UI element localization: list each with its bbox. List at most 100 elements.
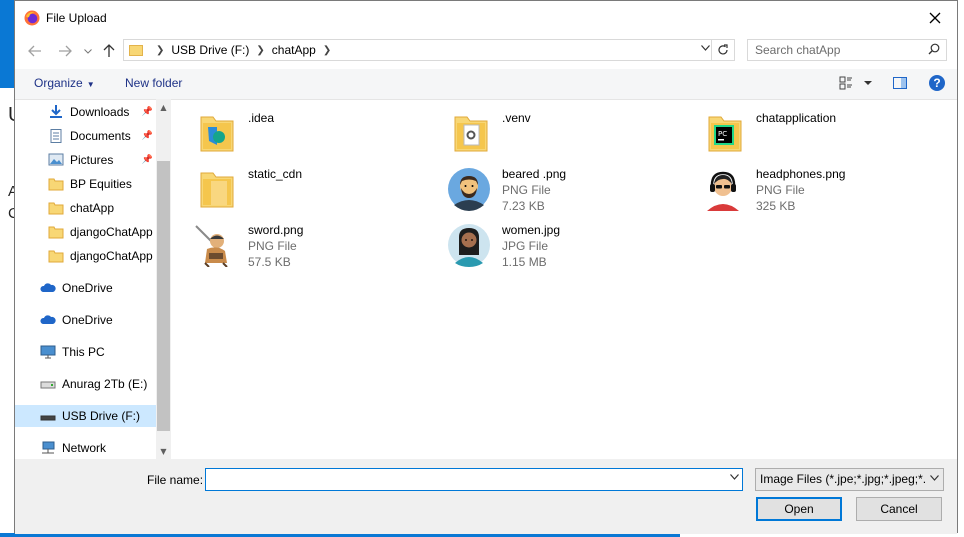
background-window-edge (958, 0, 964, 537)
view-options-dropdown[interactable] (863, 76, 873, 90)
breadcrumb-usb-drive[interactable]: USB Drive (F:) (171, 43, 249, 57)
breadcrumb-separator-icon[interactable]: ❯ (323, 45, 331, 56)
organize-button[interactable]: Organize ▼ (34, 76, 95, 90)
pin-icon: 📌 (141, 106, 153, 116)
usb-drive-icon (40, 415, 56, 421)
file-type: PNG File (248, 239, 297, 253)
change-view-icon[interactable] (839, 76, 853, 90)
pin-icon: 📌 (141, 130, 153, 140)
sidebar-item-usb-drive[interactable]: USB Drive (F:) (15, 405, 157, 427)
sidebar-item-label: OneDrive (62, 281, 113, 295)
file-list: .idea .venv PC chatapplication static_cd… (173, 99, 957, 459)
up-button[interactable] (99, 41, 119, 61)
sidebar-item-bp-equities[interactable]: BP Equities (15, 173, 157, 195)
file-item-women-jpg[interactable]: women.jpg JPG File 1.15 MB (427, 217, 677, 269)
sidebar-item-label: This PC (62, 345, 105, 359)
command-bar: Organize ▼ New folder ? (15, 69, 957, 100)
sidebar-item-documents[interactable]: Documents 📌 (15, 125, 157, 147)
file-upload-dialog: File Upload ❯ USB Drive (F:) ❯ chatApp ❯ (14, 0, 958, 534)
woman-avatar (448, 224, 490, 267)
chevron-down-icon (930, 473, 939, 484)
file-item-chatapplication[interactable]: PC chatapplication (681, 105, 931, 157)
dialog-footer: File name: Image Files (*.jpe;*.jpg;*.jp… (15, 459, 957, 534)
chevron-down-icon[interactable] (730, 472, 739, 483)
file-item-static-cdn[interactable]: static_cdn (173, 161, 423, 213)
sidebar-item-djangochatapp[interactable]: djangoChatApp (15, 245, 157, 267)
file-type: JPG File (502, 239, 549, 253)
scrollbar-thumb[interactable] (157, 161, 170, 431)
file-item-venv[interactable]: .venv (427, 105, 677, 157)
headphones-avatar (701, 167, 745, 211)
arrow-left-icon (28, 45, 41, 57)
file-name: beared .png (502, 167, 567, 181)
file-size: 325 KB (756, 199, 796, 213)
help-icon[interactable]: ? (929, 75, 945, 91)
svg-text:PC: PC (718, 130, 727, 138)
sidebar-item-downloads[interactable]: Downloads 📌 (15, 101, 157, 123)
file-name: static_cdn (248, 167, 303, 181)
file-name-input[interactable] (210, 470, 710, 489)
navigation-pane: Downloads 📌 Documents 📌 Pictures 📌 BP Eq… (15, 99, 171, 459)
sidebar-item-pictures[interactable]: Pictures 📌 (15, 149, 157, 171)
sidebar-item-label: BP Equities (70, 177, 132, 191)
folder-icon (48, 178, 64, 191)
computer-icon (40, 345, 56, 359)
cloud-icon (40, 315, 56, 324)
bearded-man-avatar (448, 168, 490, 211)
address-bar[interactable]: ❯ USB Drive (F:) ❯ chatApp ❯ (123, 39, 735, 61)
file-item-headphones-png[interactable]: headphones.png PNG File 325 KB (681, 161, 931, 213)
file-size: 57.5 KB (248, 255, 291, 269)
scroll-down-icon[interactable]: ▼ (156, 443, 171, 459)
search-input[interactable] (755, 43, 925, 57)
sidebar-item-label: USB Drive (F:) (62, 409, 140, 423)
scroll-up-icon[interactable]: ▲ (156, 99, 171, 115)
open-button[interactable]: Open (756, 497, 842, 521)
file-name: women.jpg (502, 223, 561, 237)
sidebar-item-djangochatapp[interactable]: djangoChatApp (15, 221, 157, 243)
cloud-icon (40, 283, 56, 292)
folder-icon (200, 116, 234, 152)
close-button[interactable] (913, 1, 957, 35)
file-type-filter-select[interactable]: Image Files (*.jpe;*.jpg;*.jpeg;*. (755, 468, 944, 491)
firefox-icon (24, 10, 40, 26)
network-icon (42, 441, 55, 454)
file-type: PNG File (502, 183, 551, 197)
new-folder-button[interactable]: New folder (125, 76, 182, 90)
file-type: PNG File (756, 183, 805, 197)
file-item-idea[interactable]: .idea (173, 105, 423, 157)
sidebar-item-network[interactable]: Network (15, 437, 157, 459)
sidebar-item-label: Network (62, 441, 107, 455)
refresh-button[interactable] (711, 40, 734, 60)
cancel-button[interactable]: Cancel (856, 497, 942, 521)
breadcrumb-separator-icon[interactable]: ❯ (156, 45, 164, 56)
sidebar-item-onedrive[interactable]: OneDrive (15, 309, 157, 331)
breadcrumb-chatapp[interactable]: chatApp (272, 43, 316, 57)
organize-label: Organize (34, 76, 83, 90)
sidebar-item-label: Pictures (70, 153, 114, 167)
search-icon (928, 43, 940, 55)
recent-locations-button[interactable] (81, 41, 95, 61)
folder-icon (200, 172, 234, 208)
search-box[interactable] (747, 39, 947, 61)
sidebar-item-label: chatApp (70, 201, 115, 215)
file-item-sword-png[interactable]: sword.png PNG File 57.5 KB (173, 217, 423, 269)
preview-pane-icon[interactable] (893, 76, 907, 90)
file-name-combobox[interactable] (205, 468, 743, 491)
sword-character-image (193, 223, 237, 267)
sidebar-item-anurag-drive[interactable]: Anurag 2Tb (E:) (15, 373, 157, 395)
sidebar-item-label: OneDrive (62, 313, 113, 327)
sidebar-item-this-pc[interactable]: This PC (15, 341, 157, 363)
sidebar-item-label: djangoChatApp (70, 249, 153, 263)
title-bar: File Upload (15, 1, 957, 35)
sidebar-scrollbar[interactable]: ▲ ▼ (156, 99, 171, 459)
drive-icon (40, 381, 56, 389)
forward-button[interactable] (55, 41, 75, 61)
sidebar-item-onedrive[interactable]: OneDrive (15, 277, 157, 299)
background-page (0, 88, 14, 533)
sidebar-item-chatapp[interactable]: chatApp (15, 197, 157, 219)
address-history-dropdown[interactable] (701, 43, 710, 54)
file-item-beared-png[interactable]: beared .png PNG File 7.23 KB (427, 161, 677, 213)
back-button[interactable] (25, 41, 45, 61)
breadcrumb-separator-icon[interactable]: ❯ (256, 45, 264, 56)
documents-icon (50, 129, 62, 143)
